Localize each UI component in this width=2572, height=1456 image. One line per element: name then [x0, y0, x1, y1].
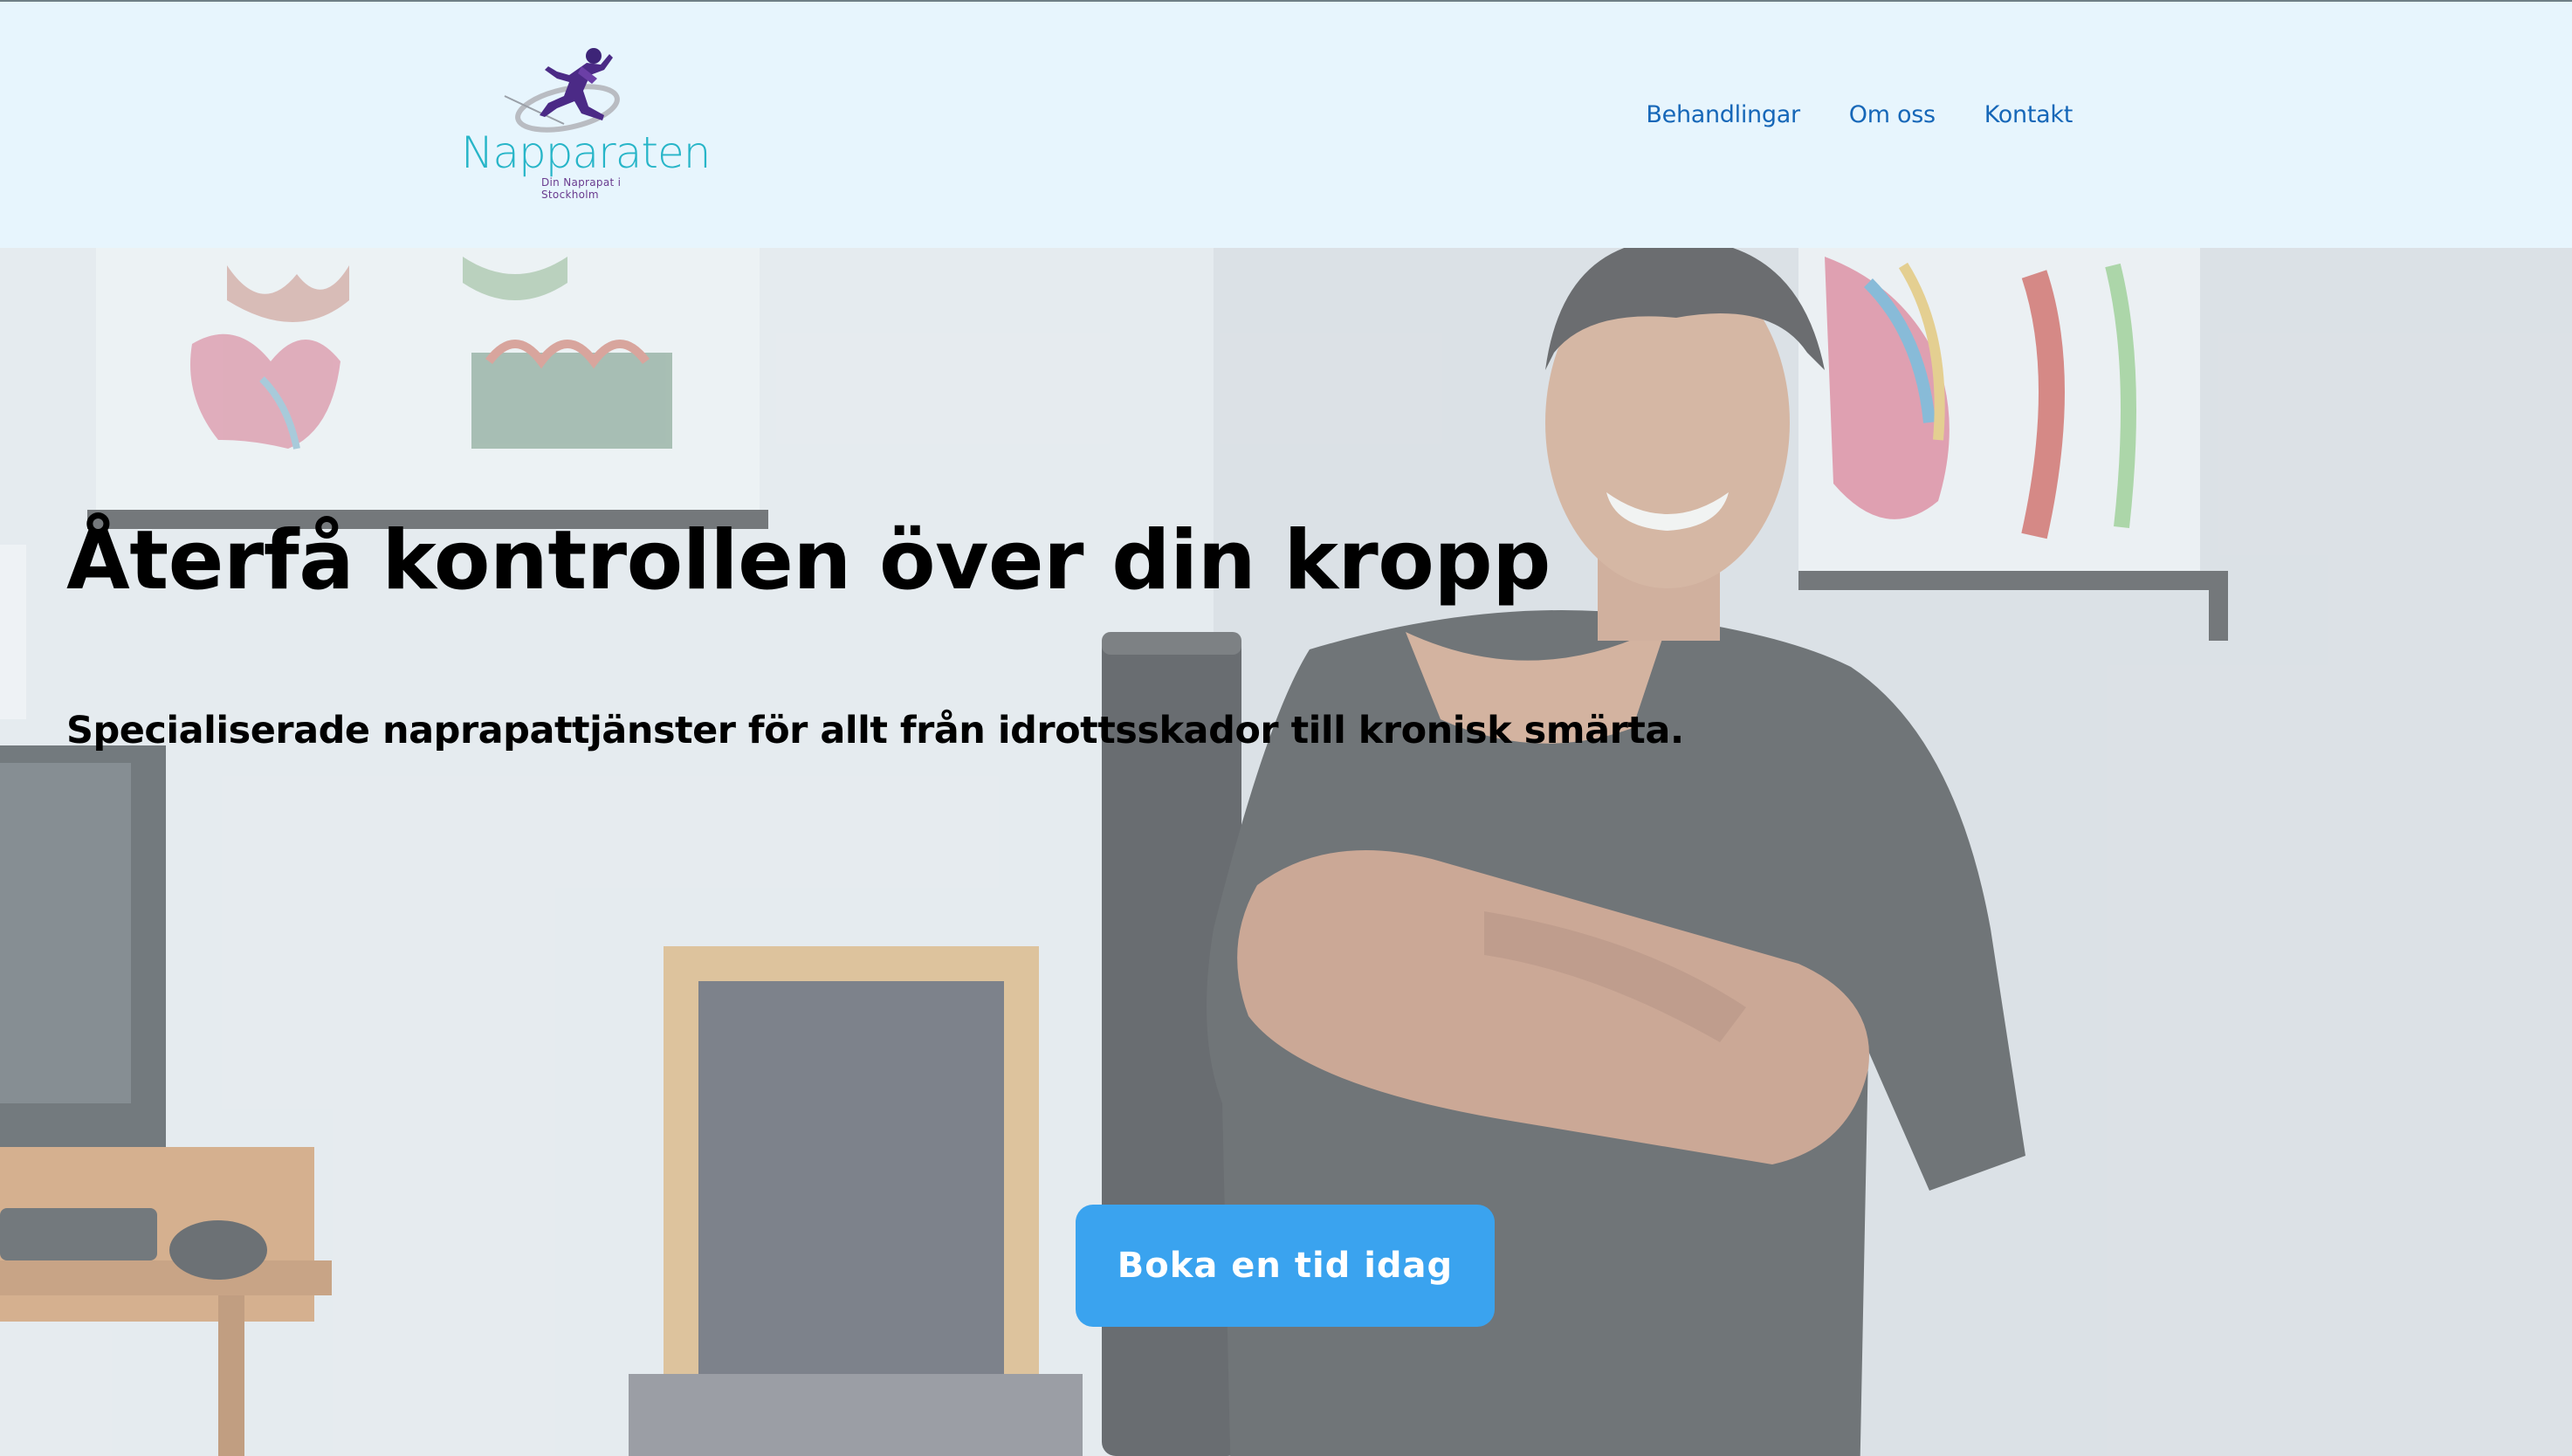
main-nav: Behandlingar Om oss Kontakt [1646, 101, 2073, 128]
logo-tagline: Din Naprapat i Stockholm [541, 176, 622, 201]
site-header: Napparaten Din Naprapat i Stockholm Beha… [0, 0, 2572, 248]
hero-title: Återfå kontrollen över din kropp [66, 513, 1551, 608]
hero-subtitle: Specialiserade naprapattjänster för allt… [66, 709, 1684, 752]
nav-link-behandlingar[interactable]: Behandlingar [1646, 101, 1800, 128]
site-logo[interactable]: Napparaten Din Naprapat i Stockholm [461, 40, 711, 201]
nav-link-om-oss[interactable]: Om oss [1849, 101, 1936, 128]
book-appointment-button[interactable]: Boka en tid idag [1076, 1205, 1495, 1327]
nav-link-kontakt[interactable]: Kontakt [1984, 101, 2073, 128]
hero-section: Återfå kontrollen över din kropp Special… [0, 248, 2572, 1456]
logo-wordmark: Napparaten [461, 127, 711, 178]
running-athlete-icon [504, 48, 620, 133]
